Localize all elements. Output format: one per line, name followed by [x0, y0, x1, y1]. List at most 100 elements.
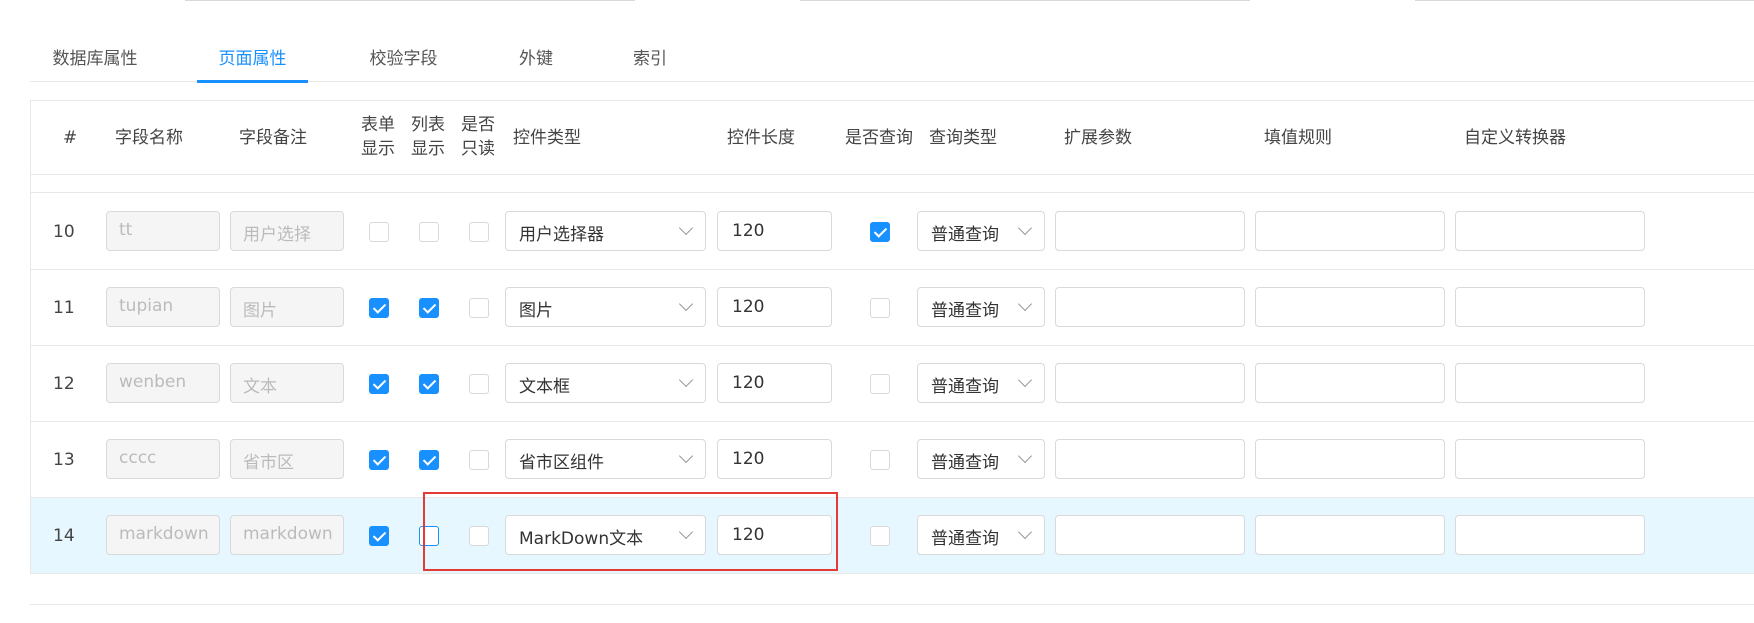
control-length-input[interactable]: 120	[717, 287, 832, 327]
fill-rule-input[interactable]	[1255, 211, 1445, 251]
chevron-down-icon	[1017, 296, 1033, 312]
col-ext-params: 扩展参数	[1064, 128, 1132, 148]
tab-foreign-keys[interactable]: 外键	[516, 44, 556, 82]
col-list-show-line2: 显示	[411, 139, 445, 159]
col-readonly-line2: 只读	[461, 139, 495, 159]
table-header: # 字段名称 字段备注 表单 显示 列表 显示 是否 只读 控件类型 控件长度 …	[31, 101, 1754, 175]
custom-converter-input[interactable]	[1455, 363, 1645, 403]
bottom-divider	[30, 604, 1754, 605]
field-name-input: tupian	[106, 287, 220, 327]
query-type-value: 普通查询	[931, 301, 999, 321]
control-length-input[interactable]: 120	[717, 211, 832, 251]
list-show-checkbox[interactable]	[419, 374, 439, 394]
query-type-select[interactable]: 普通查询	[917, 439, 1045, 479]
row-number: 11	[53, 298, 75, 318]
col-form-show-line1: 表单	[361, 115, 395, 135]
ext-params-input[interactable]	[1055, 211, 1245, 251]
list-show-checkbox[interactable]	[419, 298, 439, 318]
chevron-down-icon	[1017, 372, 1033, 388]
col-field-remark: 字段备注	[239, 128, 307, 148]
field-remark-input: 文本	[230, 363, 344, 403]
field-name-input: tt	[106, 211, 220, 251]
col-list-show-line1: 列表	[411, 115, 445, 135]
field-name-input: markdown	[106, 515, 220, 555]
row-number: 10	[53, 222, 75, 242]
query-type-select[interactable]: 普通查询	[917, 515, 1045, 555]
custom-converter-input[interactable]	[1455, 287, 1645, 327]
form-show-checkbox[interactable]	[369, 526, 389, 546]
control-type-select[interactable]: 图片	[505, 287, 706, 327]
query-type-value: 普通查询	[931, 377, 999, 397]
table-row: 10 tt 用户选择 用户选择器 120 普通查询	[31, 194, 1754, 270]
tab-database-props[interactable]: 数据库属性	[50, 44, 140, 82]
readonly-checkbox[interactable]	[469, 298, 489, 318]
query-type-value: 普通查询	[931, 453, 999, 473]
query-type-value: 普通查询	[931, 529, 999, 549]
chevron-down-icon	[1017, 220, 1033, 236]
col-query-type: 查询类型	[929, 128, 997, 148]
list-show-checkbox[interactable]	[419, 450, 439, 470]
col-readonly: 是否 只读	[461, 113, 495, 161]
field-name-input: cccc	[106, 439, 220, 479]
readonly-checkbox[interactable]	[469, 222, 489, 242]
control-length-input[interactable]: 120	[717, 439, 832, 479]
row-number: 12	[53, 374, 75, 394]
is-query-checkbox[interactable]	[870, 526, 890, 546]
is-query-checkbox[interactable]	[870, 298, 890, 318]
header-spacer	[31, 175, 1754, 193]
annotation-highlight-box	[423, 492, 838, 571]
query-type-select[interactable]: 普通查询	[917, 363, 1045, 403]
tab-page-props[interactable]: 页面属性	[197, 44, 308, 83]
is-query-checkbox[interactable]	[870, 450, 890, 470]
top-border	[0, 0, 1754, 8]
readonly-checkbox[interactable]	[469, 374, 489, 394]
readonly-checkbox[interactable]	[469, 450, 489, 470]
col-list-show: 列表 显示	[411, 113, 445, 161]
control-type-value: 图片	[519, 301, 553, 321]
ext-params-input[interactable]	[1055, 363, 1245, 403]
top-divider	[1415, 0, 1754, 1]
col-form-show: 表单 显示	[361, 113, 395, 161]
custom-converter-input[interactable]	[1455, 439, 1645, 479]
table-row: 11 tupian 图片 图片 120 普通查询	[31, 270, 1754, 346]
tab-indexes[interactable]: 索引	[630, 44, 670, 82]
top-divider	[185, 0, 635, 1]
chevron-down-icon	[678, 448, 694, 464]
field-remark-input: 图片	[230, 287, 344, 327]
control-type-select[interactable]: 省市区组件	[505, 439, 706, 479]
field-table: # 字段名称 字段备注 表单 显示 列表 显示 是否 只读 控件类型 控件长度 …	[30, 100, 1754, 574]
table-row-selected: 14 markdown markdown MarkDown文本 120 普通查询	[31, 498, 1754, 574]
field-remark-input: 用户选择	[230, 211, 344, 251]
control-type-select[interactable]: 文本框	[505, 363, 706, 403]
fill-rule-input[interactable]	[1255, 439, 1445, 479]
form-show-checkbox[interactable]	[369, 374, 389, 394]
query-type-select[interactable]: 普通查询	[917, 211, 1045, 251]
col-fill-rule: 填值规则	[1264, 128, 1332, 148]
custom-converter-input[interactable]	[1455, 515, 1645, 555]
control-type-select[interactable]: 用户选择器	[505, 211, 706, 251]
custom-converter-input[interactable]	[1455, 211, 1645, 251]
query-type-select[interactable]: 普通查询	[917, 287, 1045, 327]
col-custom-converter: 自定义转换器	[1464, 128, 1566, 148]
tab-validate-fields[interactable]: 校验字段	[366, 44, 441, 82]
ext-params-input[interactable]	[1055, 515, 1245, 555]
col-control-type: 控件类型	[513, 128, 581, 148]
form-show-checkbox[interactable]	[369, 222, 389, 242]
col-field-name: 字段名称	[115, 128, 183, 148]
field-remark-input: 省市区	[230, 439, 344, 479]
form-show-checkbox[interactable]	[369, 298, 389, 318]
fill-rule-input[interactable]	[1255, 515, 1445, 555]
control-length-input[interactable]: 120	[717, 363, 832, 403]
chevron-down-icon	[678, 372, 694, 388]
fill-rule-input[interactable]	[1255, 363, 1445, 403]
is-query-checkbox[interactable]	[870, 374, 890, 394]
ext-params-input[interactable]	[1055, 439, 1245, 479]
is-query-checkbox[interactable]	[870, 222, 890, 242]
ext-params-input[interactable]	[1055, 287, 1245, 327]
list-show-checkbox[interactable]	[419, 222, 439, 242]
form-show-checkbox[interactable]	[369, 450, 389, 470]
control-type-value: 用户选择器	[519, 225, 604, 245]
control-type-value: 省市区组件	[519, 453, 604, 473]
fill-rule-input[interactable]	[1255, 287, 1445, 327]
query-type-value: 普通查询	[931, 225, 999, 245]
